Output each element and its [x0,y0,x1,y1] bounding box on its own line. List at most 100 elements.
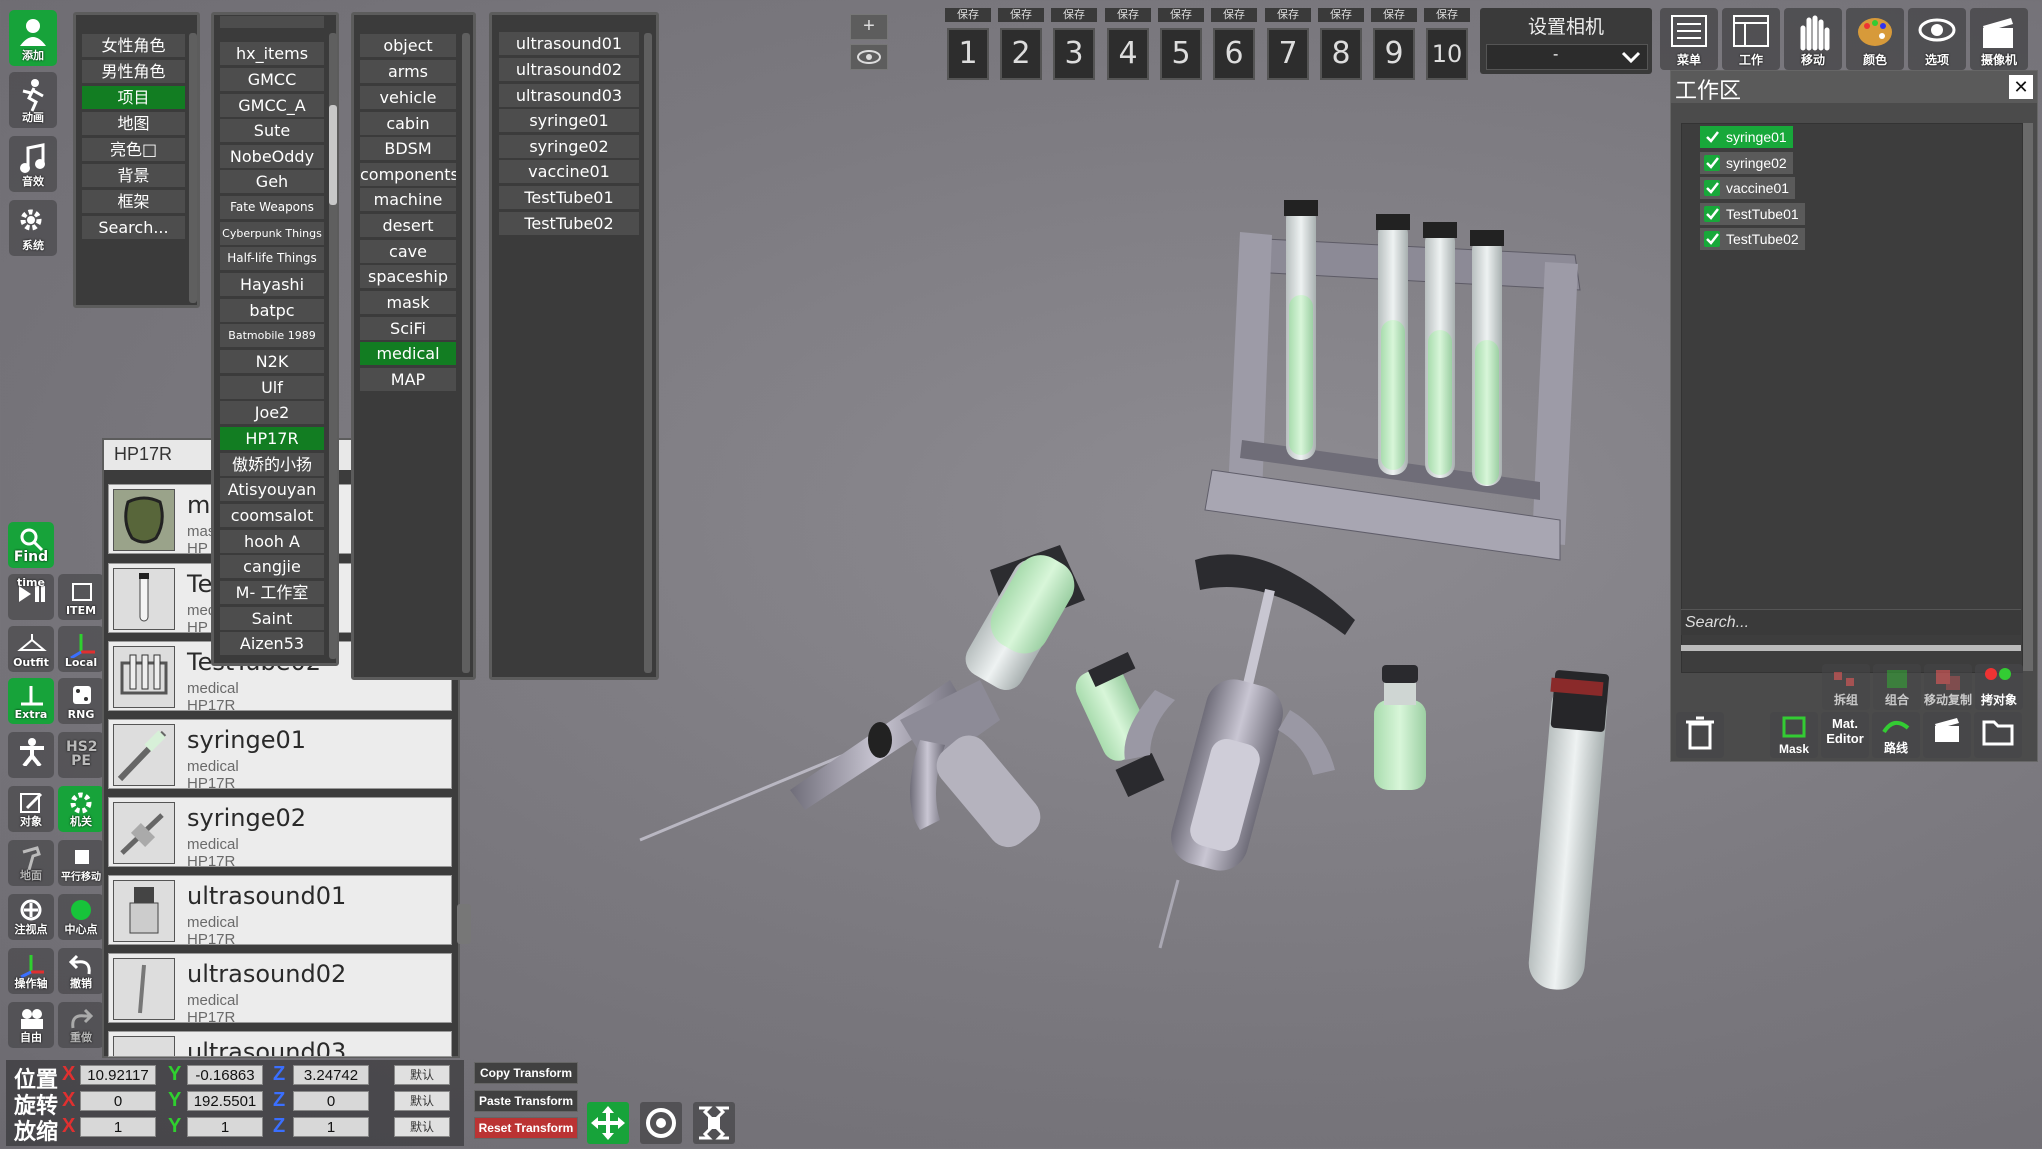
item-list-entry[interactable]: TestTube02 [499,212,639,235]
category-item-selected[interactable]: 项目 [82,86,185,109]
rng-button[interactable]: RNG [58,678,104,724]
workspace-hscrollbar[interactable] [1681,645,2021,651]
position-default-button[interactable]: 默认 [394,1065,450,1085]
workspace-item[interactable]: syringe02 [1700,152,1793,174]
group-item[interactable]: GMCC [220,68,324,91]
group-item[interactable]: M- 工作室 [220,581,324,604]
scene-slot[interactable]: 保存 8 [1318,8,1364,80]
subgroup-item[interactable]: components [360,163,456,186]
scene-slot[interactable]: 保存 2 [998,8,1044,80]
workspace-item[interactable]: vaccine01 [1700,177,1796,199]
category-scrollbar[interactable] [189,33,197,303]
sound-button[interactable]: 音效 [9,136,57,192]
save-label[interactable]: 保存 [1051,8,1097,22]
scale-z-input[interactable]: 1 [293,1117,369,1137]
subgroup-item[interactable]: cave [360,240,456,263]
item-card[interactable]: syringe02 medical HP17R [108,797,452,870]
scene-slot[interactable]: 保存 5 [1158,8,1204,80]
split-group-button[interactable]: 拆组 [1822,664,1870,710]
scale-default-button[interactable]: 默认 [394,1117,450,1137]
free-camera-button[interactable]: 自由 [8,1002,54,1048]
paste-transform-button[interactable]: Paste Transform [474,1090,578,1112]
group-item[interactable]: coomsalot [220,504,324,527]
workspace-tree-scrollbar[interactable] [2023,123,2033,671]
visibility-checkbox[interactable] [1704,231,1720,247]
category-item[interactable]: 女性角色 [82,34,185,57]
item-list-scrollbar[interactable] [644,33,652,673]
subgroup-item[interactable]: object [360,34,456,57]
group-item[interactable]: cangjie [220,555,324,578]
item-list-entry[interactable]: ultrasound01 [499,32,639,55]
extra-button[interactable]: Extra [8,678,54,724]
group-item[interactable]: Fate Weapons [220,196,324,219]
workspace-search-input[interactable]: Search... [1681,609,2021,635]
item-card[interactable]: syringe01 medical HP17R [108,719,452,792]
workspace-item[interactable]: syringe01 [1700,126,1793,148]
subgroup-item[interactable]: spaceship [360,265,456,288]
copy-object-button[interactable]: 拷对象 [1975,664,2023,710]
workspace-close-button[interactable]: ✕ [2009,75,2033,99]
position-x-input[interactable]: 10.92117 [80,1065,156,1085]
item-list-entry[interactable]: syringe02 [499,135,639,158]
group-item[interactable]: hooh A [220,530,324,553]
group-item[interactable]: Atisyouyan [220,478,324,501]
item-card[interactable]: ultrasound02 medical HP17R [108,953,452,1026]
group-item[interactable]: hx_items [220,42,324,65]
group-item[interactable]: 傲娇的小扬 [220,453,324,476]
save-label[interactable]: 保存 [945,8,991,22]
ground-button[interactable]: 地面 [8,840,54,886]
category-item[interactable]: 男性角色 [82,60,185,83]
workspace-button[interactable]: 工作 [1722,8,1780,70]
category-item[interactable]: 亮色□ [82,138,185,161]
group-button[interactable]: 组合 [1873,664,1921,710]
save-label[interactable]: 保存 [1265,8,1311,22]
save-label[interactable]: 保存 [1158,8,1204,22]
save-label[interactable]: 保存 [998,8,1044,22]
save-label[interactable]: 保存 [1211,8,1257,22]
browser-scrollbar-thumb[interactable] [457,904,471,944]
save-label[interactable]: 保存 [1371,8,1417,22]
color-button[interactable]: 颜色 [1846,8,1904,70]
group-item[interactable]: N2K [220,350,324,373]
delete-button[interactable] [1676,712,1724,758]
parallel-move-button[interactable]: 平行移动 [58,840,104,886]
reset-transform-button[interactable]: Reset Transform [474,1117,578,1139]
item-list-entry[interactable]: syringe01 [499,109,639,132]
group-item[interactable] [220,16,324,28]
rotation-z-input[interactable]: 0 [293,1091,369,1111]
undo-button[interactable]: 撤销 [58,948,104,994]
camera-button[interactable]: 摄像机 [1970,8,2028,70]
object-button[interactable]: 对象 [8,786,54,832]
group-item[interactable]: Batmobile 1989 [220,324,324,347]
group-item[interactable]: batpc [220,299,324,322]
category-item[interactable]: 框架 [82,190,185,213]
group-item[interactable]: Half-life Things [220,247,324,270]
group-item[interactable]: Hayashi [220,273,324,296]
group-item[interactable]: Geh [220,170,324,193]
system-button[interactable]: 系统 [9,200,57,256]
mechanism-button[interactable]: 机关 [58,786,104,832]
mask-button[interactable]: Mask [1770,712,1818,758]
visibility-checkbox[interactable] [1704,129,1720,145]
save-label[interactable]: 保存 [1318,8,1364,22]
group-item[interactable]: Saint [220,607,324,630]
subgroup-item[interactable]: cabin [360,112,456,135]
group-item[interactable]: Sute [220,119,324,142]
subgroup-item[interactable]: SciFi [360,317,456,340]
save-label[interactable]: 保存 [1105,8,1151,22]
scene-slot[interactable]: 保存 6 [1211,8,1257,80]
save-label[interactable]: 保存 [1424,8,1470,22]
local-button[interactable]: Local [58,626,104,672]
gizmo-button[interactable]: 操作轴 [8,948,54,994]
item-card[interactable]: ultrasound01 medical HP17R [108,875,452,948]
visibility-checkbox[interactable] [1704,155,1720,171]
item-card[interactable]: ultrasound03 [108,1031,452,1057]
subgroup-item[interactable]: machine [360,188,456,211]
rotation-x-input[interactable]: 0 [80,1091,156,1111]
subgroup-scrollbar[interactable] [462,33,470,673]
options-button[interactable]: 选项 [1908,8,1966,70]
time-button[interactable]: time [8,574,54,620]
scene-slot[interactable]: 保存 9 [1371,8,1417,80]
center-point-button[interactable]: 中心点 [58,894,104,940]
scale-x-input[interactable]: 1 [80,1117,156,1137]
